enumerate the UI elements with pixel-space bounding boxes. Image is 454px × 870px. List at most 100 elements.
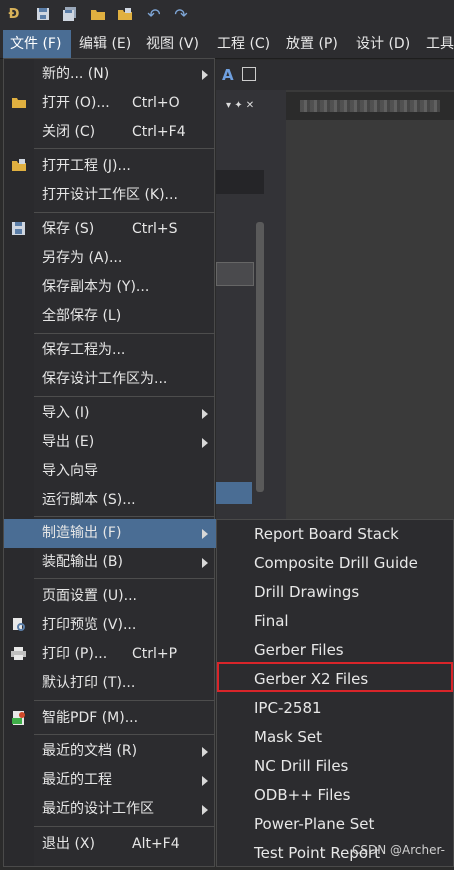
menu-item-label: 导出 (E) xyxy=(42,434,95,450)
menu-item-smart-pdf[interactable]: 智能PDF (M)... xyxy=(4,704,216,733)
menu-item-label: 打印 (P)... xyxy=(42,646,108,662)
menu-item-label: 保存副本为 (Y)... xyxy=(42,279,150,295)
submenu-arrow-icon xyxy=(202,747,208,757)
submenu-item-power-plane-set[interactable]: Power-Plane Set xyxy=(217,810,454,839)
menu-divider xyxy=(34,212,215,213)
submenu-arrow-icon xyxy=(202,409,208,419)
menu-item-page-setup[interactable]: 页面设置 (U)... xyxy=(4,582,216,611)
undo-icon[interactable]: ↶ xyxy=(146,5,162,24)
open-folder-icon[interactable] xyxy=(90,6,106,22)
menu-item-shortcut: Ctrl+P xyxy=(132,646,178,662)
menu-item-save-all[interactable]: 全部保存 (L) xyxy=(4,302,216,331)
menu-item-export[interactable]: 导出 (E) xyxy=(4,428,216,457)
menu-item-open[interactable]: 打开 (O)... Ctrl+O xyxy=(4,89,216,118)
submenu-item-odb-files[interactable]: ODB++ Files xyxy=(217,781,454,810)
background-toolbar: A xyxy=(216,60,454,90)
menu-item-recent-workspaces[interactable]: 最近的设计工作区 xyxy=(4,795,216,824)
menu-item-new[interactable]: 新的... (N) xyxy=(4,60,216,89)
menu-item-save-as[interactable]: 另存为 (A)... xyxy=(4,244,216,273)
annotation-highlight-box xyxy=(217,662,453,692)
menu-item-label: 打开工程 (J)... xyxy=(42,158,131,174)
submenu-item-label: Composite Drill Guide xyxy=(254,554,418,572)
menu-item-fabrication-outputs[interactable]: 制造输出 (F) xyxy=(4,519,216,548)
menu-item-open-workspace[interactable]: 打开设计工作区 (K)... xyxy=(4,181,216,210)
menu-item-save-copy-as[interactable]: 保存副本为 (Y)... xyxy=(4,273,216,302)
submenu-item-composite-drill-guide[interactable]: Composite Drill Guide xyxy=(217,549,454,578)
submenu-item-label: Drill Drawings xyxy=(254,583,360,601)
menu-tools[interactable]: 工具 xyxy=(426,30,454,58)
menu-view[interactable]: 视图 (V) xyxy=(146,30,199,58)
menu-item-label: 保存 (S) xyxy=(42,221,95,237)
menu-item-shortcut: Alt+F4 xyxy=(132,836,180,852)
menu-file[interactable]: 文件 (F) xyxy=(3,30,71,58)
menu-item-label: 保存设计工作区为... xyxy=(42,371,168,387)
menu-design[interactable]: 设计 (D) xyxy=(356,30,410,58)
menu-item-import[interactable]: 导入 (I) xyxy=(4,399,216,428)
menu-item-shortcut: Ctrl+S xyxy=(132,221,178,237)
submenu-item-nc-drill-files[interactable]: NC Drill Files xyxy=(217,752,454,781)
submenu-item-label: NC Drill Files xyxy=(254,757,349,775)
menu-item-label: 关闭 (C) xyxy=(42,124,96,140)
menu-item-save-project-as[interactable]: 保存工程为... xyxy=(4,336,216,365)
menu-item-label: 最近的设计工作区 xyxy=(42,801,154,817)
panel-scrollbar[interactable] xyxy=(256,222,264,492)
menu-item-save-workspace-as[interactable]: 保存设计工作区为... xyxy=(4,365,216,394)
submenu-item-final[interactable]: Final xyxy=(217,607,454,636)
panel-menu-icon[interactable]: ▾ ✦ ✕ xyxy=(226,100,254,111)
menu-place[interactable]: 放置 (P) xyxy=(286,30,338,58)
submenu-item-ipc-2581[interactable]: IPC-2581 xyxy=(217,694,454,723)
menu-item-close[interactable]: 关闭 (C) Ctrl+F4 xyxy=(4,118,216,147)
submenu-arrow-icon xyxy=(202,805,208,815)
printer-icon xyxy=(11,647,26,662)
submenu-item-label: IPC-2581 xyxy=(254,699,322,717)
menu-item-recent-projects[interactable]: 最近的工程 xyxy=(4,766,216,795)
submenu-item-gerber-files[interactable]: Gerber Files xyxy=(217,636,454,665)
save-icon xyxy=(11,222,26,237)
print-preview-icon xyxy=(11,618,26,633)
open-folder-icon xyxy=(11,96,26,111)
submenu-arrow-icon xyxy=(202,558,208,568)
panel-search-box[interactable] xyxy=(216,170,264,194)
menu-edit[interactable]: 编辑 (E) xyxy=(79,30,131,58)
menu-item-label: 运行脚本 (S)... xyxy=(42,492,136,508)
menu-divider xyxy=(34,578,215,579)
menu-item-label: 打印预览 (V)... xyxy=(42,617,137,633)
menu-item-default-print[interactable]: 默认打印 (T)... xyxy=(4,669,216,698)
file-menu-dropdown: 新的... (N) 打开 (O)... Ctrl+O 关闭 (C) Ctrl+F… xyxy=(3,58,216,867)
menu-item-label: 制造输出 (F) xyxy=(42,525,122,541)
submenu-item-drill-drawings[interactable]: Drill Drawings xyxy=(217,578,454,607)
editor-tab-title-blurred xyxy=(300,100,440,112)
submenu-item-report-board-stack[interactable]: Report Board Stack xyxy=(217,520,454,549)
chip-tool-icon[interactable] xyxy=(242,67,256,81)
open-project-icon xyxy=(11,159,26,174)
menu-item-label: 装配输出 (B) xyxy=(42,554,123,570)
menu-item-save[interactable]: 保存 (S) Ctrl+S xyxy=(4,215,216,244)
menu-divider xyxy=(34,700,215,701)
submenu-item-label: Power-Plane Set xyxy=(254,815,375,833)
menu-item-print-preview[interactable]: 打印预览 (V)... xyxy=(4,611,216,640)
menu-divider xyxy=(34,148,215,149)
menu-item-exit[interactable]: 退出 (X) Alt+F4 xyxy=(4,830,216,859)
text-tool-icon[interactable]: A xyxy=(222,66,234,84)
menu-item-run-script[interactable]: 运行脚本 (S)... xyxy=(4,486,216,515)
menu-item-label: 退出 (X) xyxy=(42,836,95,852)
menu-item-import-wizard[interactable]: 导入向导 xyxy=(4,457,216,486)
save-icon[interactable] xyxy=(35,6,51,22)
pdf-icon xyxy=(11,711,26,726)
submenu-arrow-icon xyxy=(202,70,208,80)
menu-project[interactable]: 工程 (C) xyxy=(217,30,270,58)
menu-item-assembly-outputs[interactable]: 装配输出 (B) xyxy=(4,548,216,577)
menu-item-label: 最近的文档 (R) xyxy=(42,743,138,759)
menu-item-label: 打开 (O)... xyxy=(42,95,110,111)
save-all-icon[interactable] xyxy=(62,6,78,22)
menu-divider xyxy=(34,396,215,397)
menu-item-open-project[interactable]: 打开工程 (J)... xyxy=(4,152,216,181)
open-project-icon[interactable] xyxy=(117,6,133,22)
submenu-item-mask-set[interactable]: Mask Set xyxy=(217,723,454,752)
menu-divider xyxy=(34,516,215,517)
menu-item-recent-documents[interactable]: 最近的文档 (R) xyxy=(4,737,216,766)
redo-icon[interactable]: ↷ xyxy=(173,5,189,24)
menu-item-label: 最近的工程 xyxy=(42,772,112,788)
submenu-item-label: Mask Set xyxy=(254,728,323,746)
menu-item-print[interactable]: 打印 (P)... Ctrl+P xyxy=(4,640,216,669)
